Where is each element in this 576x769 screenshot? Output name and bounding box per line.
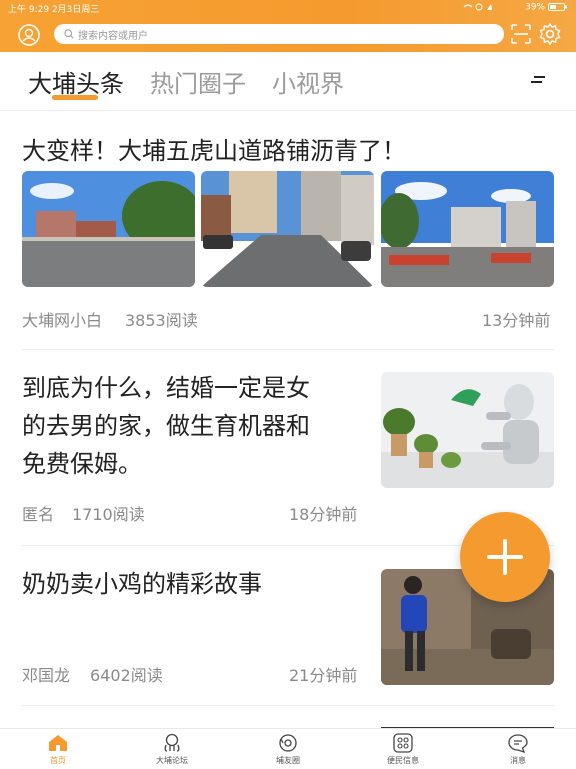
article-title-line: 的去男的家，做生育机器和 xyxy=(22,412,310,440)
search-icon xyxy=(64,29,74,39)
nav-label: 首页 xyxy=(50,756,66,765)
status-date: 2月3日周三 xyxy=(51,5,100,15)
status-right: 39% xyxy=(462,2,568,13)
nav-item-home[interactable]: 首页 xyxy=(18,733,98,766)
search-placeholder: 搜索内容或用户 xyxy=(78,30,148,42)
settings-gear-icon[interactable] xyxy=(538,22,562,46)
article-author: 邓国龙 xyxy=(22,666,71,685)
services-grid-icon xyxy=(393,733,413,753)
nav-label: 大埔论坛 xyxy=(156,756,188,765)
app-header: 上午 9:29 2月3日周三 39% 搜索内容或用户 xyxy=(0,0,576,52)
status-bar: 上午 9:29 2月3日周三 39% xyxy=(0,0,576,16)
tab-hot-circles[interactable]: 热门圈子 xyxy=(150,64,246,99)
article-reads: 3853阅读 xyxy=(125,311,198,330)
bottom-nav: 首页 大埔论坛 埔友圈 便民信息 消息 xyxy=(0,728,576,769)
divider xyxy=(22,705,554,706)
nav-label: 消息 xyxy=(510,756,526,765)
menu-icon[interactable] xyxy=(530,74,546,86)
search-bar[interactable]: 搜索内容或用户 xyxy=(54,24,504,44)
status-icons xyxy=(463,3,493,11)
article-reads: 1710阅读 xyxy=(72,505,145,524)
top-bar: 搜索内容或用户 xyxy=(0,18,576,50)
article-reads: 6402阅读 xyxy=(90,666,163,685)
divider xyxy=(22,349,554,350)
nav-item-friends-circle[interactable]: 埔友圈 xyxy=(248,733,328,766)
article-title[interactable]: 奶奶卖小鸡的精彩故事 xyxy=(22,565,362,603)
article-time: 18分钟前 xyxy=(289,505,358,524)
create-post-button[interactable] xyxy=(460,512,550,602)
nav-item-messages[interactable]: 消息 xyxy=(478,733,558,766)
article-title[interactable]: 到底为什么，结婚一定是女 的去男的家，做生育机器和 免费保姆。 xyxy=(22,369,362,483)
plus-icon xyxy=(487,539,523,575)
tab-dabu-headlines[interactable]: 大埔头条 xyxy=(28,64,124,99)
battery-icon xyxy=(548,3,567,11)
article-photo[interactable] xyxy=(201,171,374,287)
home-icon xyxy=(49,735,67,751)
nav-item-services[interactable]: 便民信息 xyxy=(363,733,443,766)
user-profile-icon[interactable] xyxy=(18,24,40,46)
active-tab-indicator xyxy=(52,95,98,100)
article-title-line: 到底为什么，结婚一定是女 xyxy=(22,374,310,402)
article-time: 13分钟前 xyxy=(482,311,551,330)
nav-item-forum[interactable]: 大埔论坛 xyxy=(132,733,212,766)
article-author: 匿名 xyxy=(22,505,55,524)
article-time: 21分钟前 xyxy=(289,666,358,685)
article-thumbnail[interactable] xyxy=(381,372,554,488)
tab-small-vision[interactable]: 小视界 xyxy=(272,64,344,99)
scan-icon[interactable] xyxy=(510,23,532,45)
article-photo[interactable] xyxy=(381,171,554,287)
article-photo[interactable] xyxy=(22,171,195,287)
article-author: 大埔网小白 xyxy=(22,311,103,330)
status-time: 上午 9:29 xyxy=(8,5,50,15)
forum-icon xyxy=(164,733,180,752)
article-title-line: 免费保姆。 xyxy=(22,450,142,478)
status-time-date: 上午 9:29 2月3日周三 xyxy=(8,2,99,15)
article-title[interactable]: 大变样！大埔五虎山道路铺沥青了！ xyxy=(22,131,406,166)
friends-circle-icon xyxy=(279,734,297,752)
message-icon xyxy=(508,734,528,753)
category-tabs: 大埔头条 热门圈子 小视界 xyxy=(0,52,576,111)
nav-label: 便民信息 xyxy=(387,756,419,765)
nav-label: 埔友圈 xyxy=(276,756,300,765)
battery-percent: 39% xyxy=(525,2,546,13)
